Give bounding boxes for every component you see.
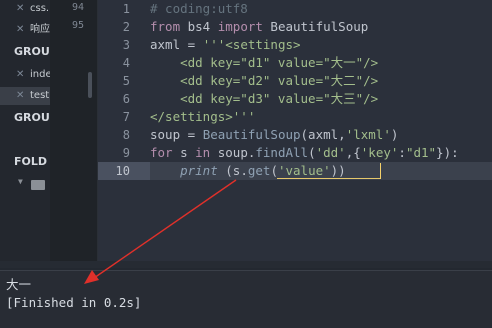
code-token: 'lxml'	[345, 127, 391, 142]
file-label: test	[30, 90, 50, 101]
code-token: "d1"	[405, 145, 437, 160]
code-token: for	[150, 145, 173, 160]
code-token: axml =	[150, 37, 203, 52]
code-token: ))	[330, 163, 346, 178]
folder-icon[interactable]	[31, 180, 45, 190]
code-token: # coding:utf8	[150, 1, 248, 16]
bracket-match-underline	[277, 178, 381, 179]
code-token: soup.	[210, 145, 256, 160]
open-file-tab-test[interactable]: ✕ test	[0, 87, 50, 105]
sidebar: ✕ css. ✕ 响应 GROU ✕ inde ✕ test GROU FOLD…	[0, 0, 50, 268]
code-token: (	[270, 163, 278, 178]
line-number: 2	[122, 20, 130, 34]
line-number-gutter: 1 2 3 4 5 6 7 8 9 10	[98, 0, 136, 268]
text-cursor	[380, 163, 381, 179]
code-token: :	[398, 145, 406, 160]
code-token: 'dd'	[315, 145, 346, 160]
file-label: 响应	[30, 24, 50, 35]
code-token: (axml,	[300, 127, 346, 142]
code-token: 'key'	[360, 145, 399, 160]
line-number: 7	[122, 110, 130, 124]
folders-heading: FOLD	[14, 155, 48, 168]
line-number: 8	[122, 128, 130, 142]
code-token: (	[308, 145, 316, 160]
code-line[interactable]: <dd key="d3" value="大三"/>	[150, 90, 378, 108]
line-number: 9	[122, 146, 130, 160]
line-number: 5	[122, 74, 130, 88]
expand-triangle-icon[interactable]: ▼	[18, 177, 23, 186]
code-line[interactable]: </settings>'''	[150, 108, 255, 126]
code-token: findAll	[255, 145, 309, 160]
code-token: <dd key="d2" value="大二"/>	[150, 73, 379, 88]
close-icon[interactable]: ✕	[16, 0, 24, 18]
code-token: print	[180, 163, 218, 178]
minimap-number: 95	[72, 20, 85, 31]
code-token: get	[247, 163, 271, 178]
code-token: BeautifulSoup	[262, 19, 369, 34]
code-token: </settings>'''	[150, 109, 256, 124]
code-token: '''<settings>	[202, 37, 301, 52]
minimap-pane: 94 95	[50, 0, 98, 268]
minimap-number: 94	[72, 2, 85, 13]
code-token: import	[217, 19, 263, 34]
line-number: 3	[122, 38, 130, 52]
code-token: s	[172, 145, 196, 160]
code-token: in	[195, 145, 211, 160]
scrollbar-thumb[interactable]	[88, 72, 92, 98]
code-line[interactable]: for s in soup.findAll('dd',{'key':"d1"})…	[150, 144, 459, 162]
code-line[interactable]: from bs4 import BeautifulSoup	[150, 18, 368, 36]
code-line[interactable]: <dd key="d1" value="大一"/>	[150, 54, 378, 72]
build-output-panel: 大一 [Finished in 0.2s]	[0, 270, 492, 328]
code-token: <dd key="d1" value="大一"/>	[150, 55, 379, 70]
file-label: inde	[30, 69, 50, 80]
code-line[interactable]: soup = BeautifulSoup(axml,'lxml')	[150, 126, 398, 144]
code-line[interactable]: axml = '''<settings>	[150, 36, 301, 54]
group-heading: GROU	[14, 111, 50, 124]
horizontal-scrollbar[interactable]	[0, 261, 492, 268]
code-token: ,{	[345, 145, 361, 160]
line-number: 1	[122, 2, 130, 16]
code-token: soup =	[150, 127, 203, 142]
close-icon[interactable]: ✕	[16, 87, 24, 105]
code-token: 'value'	[277, 163, 331, 178]
code-line[interactable]: # coding:utf8	[150, 0, 248, 18]
file-label: css.	[30, 3, 50, 14]
group-heading: GROU	[14, 45, 50, 58]
code-token: bs4	[180, 19, 218, 34]
line-number: 4	[122, 56, 130, 70]
code-token: BeautifulSoup	[202, 127, 301, 142]
code-line[interactable]: <dd key="d2" value="大二"/>	[150, 72, 378, 90]
output-line-result: 大一	[6, 277, 32, 292]
close-icon[interactable]: ✕	[16, 66, 24, 84]
output-line-finished: [Finished in 0.2s]	[6, 295, 142, 310]
code-token: <dd key="d3" value="大三"/>	[150, 91, 379, 106]
line-number: 6	[122, 92, 130, 106]
code-token: }):	[436, 145, 459, 160]
code-token: )	[390, 127, 399, 142]
close-icon[interactable]: ✕	[16, 21, 24, 39]
line-number: 10	[115, 164, 130, 178]
code-token: (s.	[217, 163, 248, 178]
code-token: from	[150, 19, 181, 34]
code-editor[interactable]: 1 2 3 4 5 6 7 8 9 10 # coding:utf8 from bs4 import…	[98, 0, 492, 268]
